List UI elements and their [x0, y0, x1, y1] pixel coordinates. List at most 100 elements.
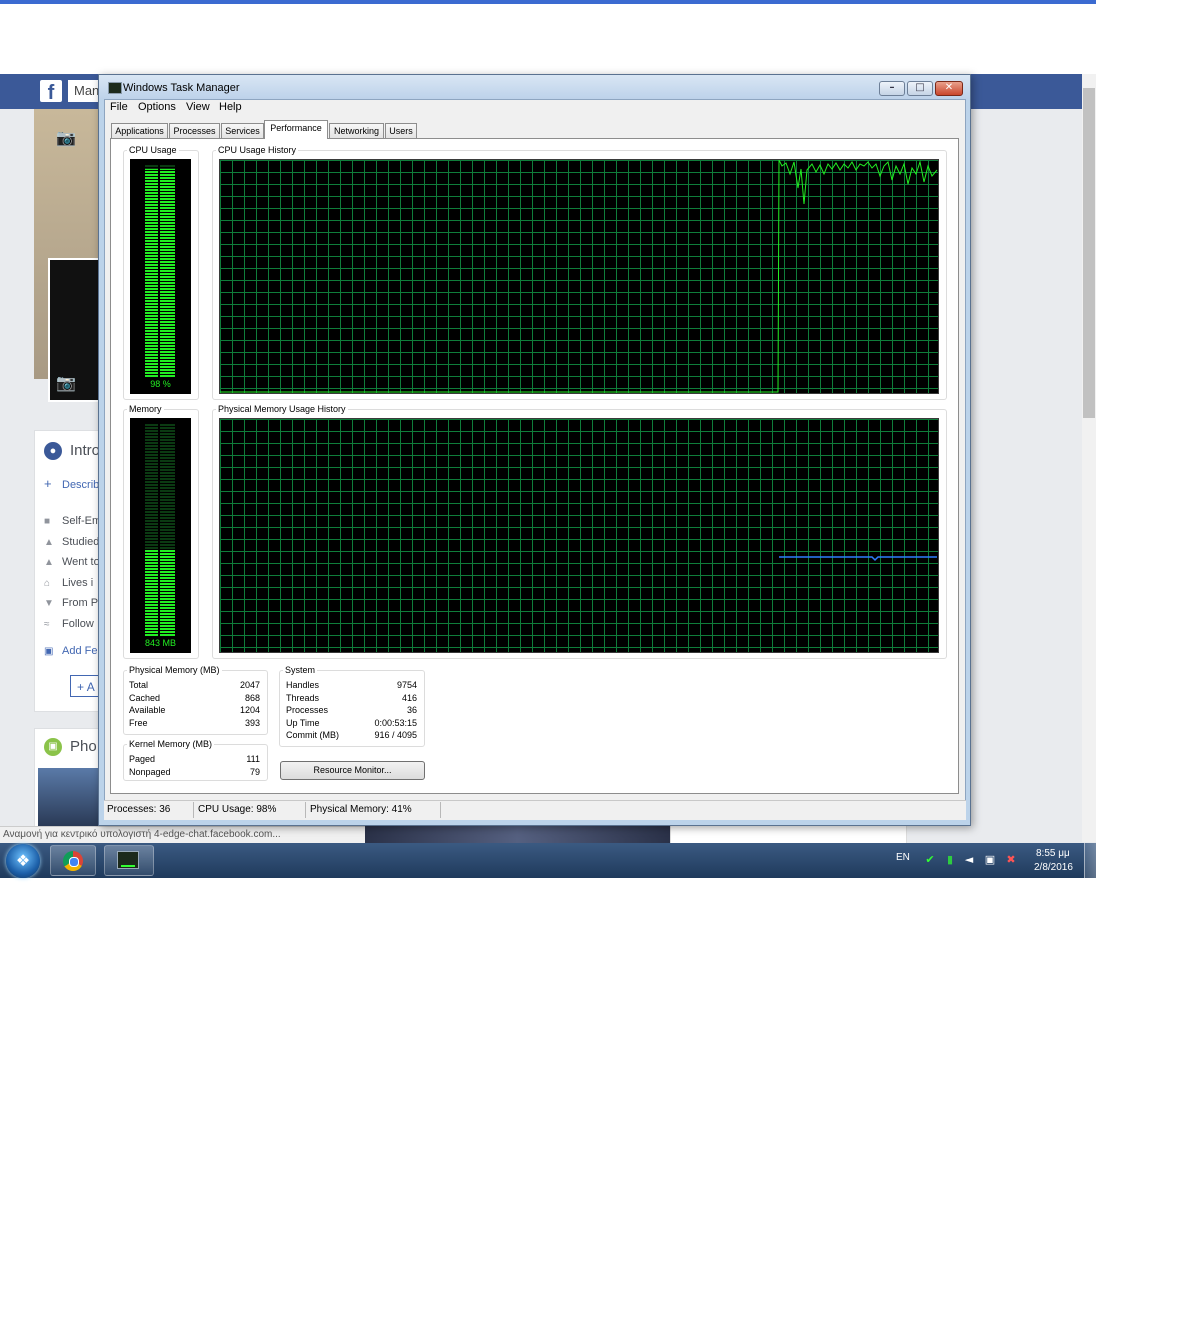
describe-link[interactable]: + Describ: [44, 476, 99, 491]
stat-row-nonpaged: Nonpaged 79: [129, 767, 260, 780]
stat-row-free: Free 393: [129, 718, 260, 731]
intro-item-from[interactable]: ▼ From P: [44, 597, 98, 609]
browser-status-bar: Αναμονή για κεντρικό υπολογιστή 4-edge-c…: [0, 826, 365, 843]
resource-monitor-button[interactable]: Resource Monitor...: [280, 761, 425, 780]
intro-item-label: Lives i: [62, 577, 94, 589]
taskbar-task-manager-button[interactable]: [104, 845, 154, 876]
stat-row-threads: Threads 416: [286, 693, 417, 706]
menu-file[interactable]: File: [110, 101, 128, 113]
photo-thumbnail[interactable]: [38, 768, 102, 826]
cpu-history-legend: CPU Usage History: [218, 145, 297, 155]
stat-label: Total: [129, 680, 149, 690]
intro-item-label: Went to: [62, 556, 100, 568]
browser-toolbar: [0, 0, 1096, 74]
close-button[interactable]: ✕: [935, 81, 963, 96]
stat-value: 111: [246, 754, 260, 764]
tab-processes[interactable]: Processes: [169, 123, 220, 138]
cpu-usage-gauge: 98 %: [130, 159, 191, 394]
maximize-button[interactable]: □: [907, 81, 933, 96]
battery-icon[interactable]: ▮: [944, 854, 956, 866]
stat-value: 9754: [396, 680, 417, 690]
memory-history-plot: [779, 556, 937, 562]
stat-value: 1204: [239, 705, 260, 715]
stat-row-cached: Cached 868: [129, 693, 260, 706]
status-cpu: CPU Usage: 98%: [198, 804, 277, 815]
tab-networking[interactable]: Networking: [329, 123, 384, 138]
stat-value: 393: [244, 717, 260, 728]
memory-history-line: [779, 556, 937, 562]
camera-icon[interactable]: 📷: [56, 128, 76, 147]
intro-item-lives-in[interactable]: ⌂ Lives i: [44, 577, 93, 589]
chrome-icon: [63, 851, 83, 871]
intro-item-label: From P: [62, 597, 99, 609]
photos-title-text: Pho: [70, 738, 97, 755]
stat-value: 868: [244, 692, 260, 703]
stat-value: 36: [406, 705, 417, 715]
menu-help[interactable]: Help: [219, 101, 242, 113]
stat-row-paged: Paged 111: [129, 754, 260, 767]
stat-label: Cached: [129, 692, 161, 703]
cpu-usage-value: 98 %: [150, 379, 171, 389]
cpu-meter-fill: [145, 169, 175, 377]
stat-label: Processes: [286, 705, 329, 715]
scrollbar-thumb[interactable]: [1083, 88, 1095, 418]
tab-applications[interactable]: Applications: [111, 123, 168, 138]
intro-title-text: Intro: [70, 442, 101, 459]
security-check-icon[interactable]: ✔: [924, 854, 936, 866]
stat-row-processes: Processes 36: [286, 705, 417, 718]
tab-performance[interactable]: Performance: [264, 120, 328, 139]
cpu-usage-legend: CPU Usage: [129, 145, 177, 155]
status-processes: Processes: 36: [107, 804, 171, 815]
menu-options[interactable]: Options: [138, 101, 176, 113]
intro-item-studied[interactable]: ▲ Studied: [44, 536, 99, 548]
stat-value: 79: [249, 766, 260, 777]
photos-title[interactable]: ▣ Pho: [44, 738, 97, 757]
start-button[interactable]: ❖: [6, 844, 40, 878]
add-featured-link[interactable]: ▣ Add Fe: [44, 645, 97, 657]
system-legend: System: [285, 665, 316, 675]
stat-row-total: Total 2047: [129, 680, 260, 693]
rss-icon: ≈: [44, 619, 50, 630]
stat-row-handles: Handles 9754: [286, 680, 417, 693]
intro-card: [34, 430, 106, 712]
tab-users[interactable]: Users: [385, 123, 417, 138]
intro-item-work[interactable]: ■ Self-Em: [44, 515, 101, 527]
volume-icon[interactable]: ◄: [963, 854, 975, 866]
intro-item-went-to[interactable]: ▲ Went to: [44, 556, 100, 568]
minimize-button[interactable]: –: [879, 81, 905, 96]
network-icon[interactable]: ▣: [984, 854, 996, 866]
graduation-cap-icon: ▲: [44, 537, 54, 548]
status-memory: Physical Memory: 41%: [310, 804, 412, 815]
facebook-logo[interactable]: f: [40, 80, 62, 104]
intro-title: ● Intro: [44, 442, 101, 461]
intro-item-followers[interactable]: ≈ Follow: [44, 618, 94, 630]
tab-services[interactable]: Services: [221, 123, 264, 138]
physical-memory-legend: Physical Memory (MB): [129, 665, 220, 675]
stat-label: Paged: [129, 754, 156, 764]
describe-link-label: Describ: [62, 479, 100, 491]
status-separator: [193, 802, 194, 818]
stat-label: Up Time: [286, 717, 320, 728]
add-featured-label: Add Fe: [62, 645, 98, 657]
memory-legend: Memory: [129, 404, 162, 414]
menu-view[interactable]: View: [186, 101, 210, 113]
camera-icon[interactable]: 📷: [56, 373, 76, 392]
stat-label: Nonpaged: [129, 766, 171, 777]
add-button-label: A: [86, 680, 95, 694]
memory-meter: [145, 424, 175, 636]
plus-icon: +: [44, 476, 52, 491]
taskbar-chrome-button[interactable]: [50, 845, 96, 876]
stat-row-available: Available 1204: [129, 705, 260, 718]
clock-time[interactable]: 8:55 μμ: [1036, 848, 1070, 859]
clock-date[interactable]: 2/8/2016: [1034, 862, 1073, 873]
system-table: Handles 9754 Threads 416 Processes 36 Up Ti…: [286, 680, 417, 743]
status-separator: [440, 802, 441, 818]
language-indicator[interactable]: EN: [896, 852, 910, 863]
action-center-icon[interactable]: ✖: [1005, 854, 1017, 866]
kernel-memory-legend: Kernel Memory (MB): [129, 739, 213, 749]
show-desktop-button[interactable]: [1084, 843, 1097, 878]
photos-icon: ▣: [44, 738, 62, 757]
memory-history-graph: [219, 418, 939, 653]
intro-item-label: Self-Em: [62, 515, 102, 527]
stat-value: 416: [401, 692, 417, 703]
